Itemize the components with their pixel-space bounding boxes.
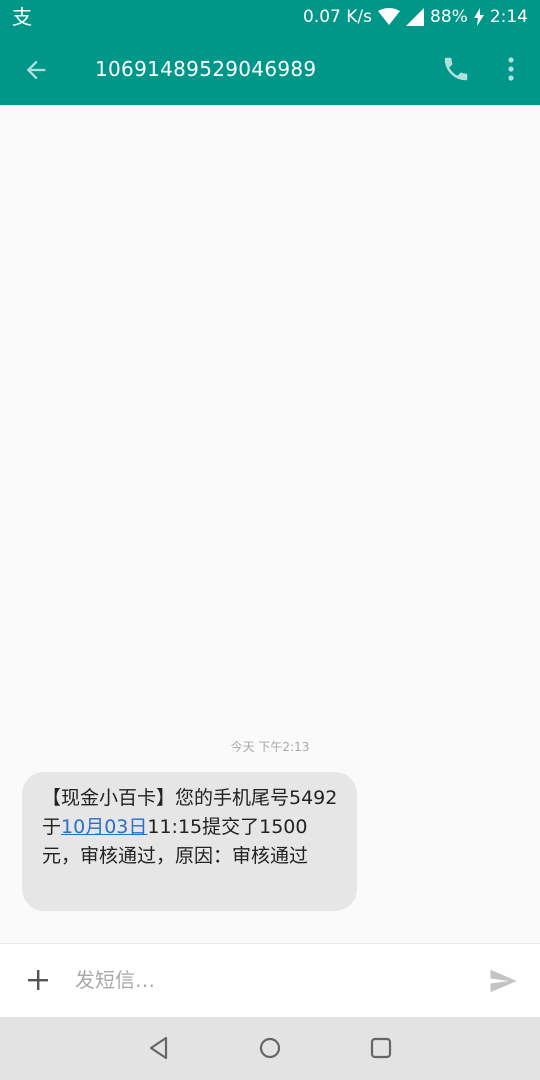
add-attachment-icon[interactable]: [24, 966, 52, 994]
message-timestamp: 今天 下午2:13: [230, 740, 310, 754]
date-link[interactable]: 10月03日: [61, 816, 147, 838]
message-input[interactable]: [75, 960, 465, 1000]
svg-text:支: 支: [12, 5, 32, 29]
more-vert-icon[interactable]: [498, 54, 524, 84]
wifi-icon: [378, 8, 401, 25]
incoming-message-bubble[interactable]: 【现金小百卡】您的手机尾号5492于10月03日11:15提交了1500元，审核…: [22, 772, 357, 911]
clock: 2:14: [489, 7, 528, 27]
nav-home-icon[interactable]: [257, 1035, 283, 1061]
charging-icon: [473, 8, 484, 26]
compose-bar: [0, 943, 540, 1017]
network-speed: 0.07 K/s: [303, 7, 373, 27]
alipay-icon: 支: [12, 5, 32, 29]
contact-number-title: 10691489529046989: [95, 57, 317, 81]
battery-level: 88%: [430, 7, 468, 27]
sms-conversation-screen: 支 0.07 K/s 88% 2:14 10691489529046989 今天…: [0, 0, 540, 1080]
status-indicators: 0.07 K/s 88% 2:14: [303, 0, 528, 34]
app-bar: 10691489529046989: [0, 34, 540, 105]
system-navigation-bar: [0, 1017, 540, 1080]
arrow-back-icon[interactable]: [22, 56, 50, 84]
send-icon[interactable]: [487, 966, 519, 996]
nav-back-icon[interactable]: [146, 1035, 172, 1061]
nav-recents-icon[interactable]: [368, 1035, 394, 1061]
signal-icon: [406, 8, 425, 26]
status-bar: 支 0.07 K/s 88% 2:14: [0, 0, 540, 34]
message-list[interactable]: 今天 下午2:13 【现金小百卡】您的手机尾号5492于10月03日11:15提…: [0, 105, 540, 943]
phone-icon[interactable]: [441, 54, 471, 84]
